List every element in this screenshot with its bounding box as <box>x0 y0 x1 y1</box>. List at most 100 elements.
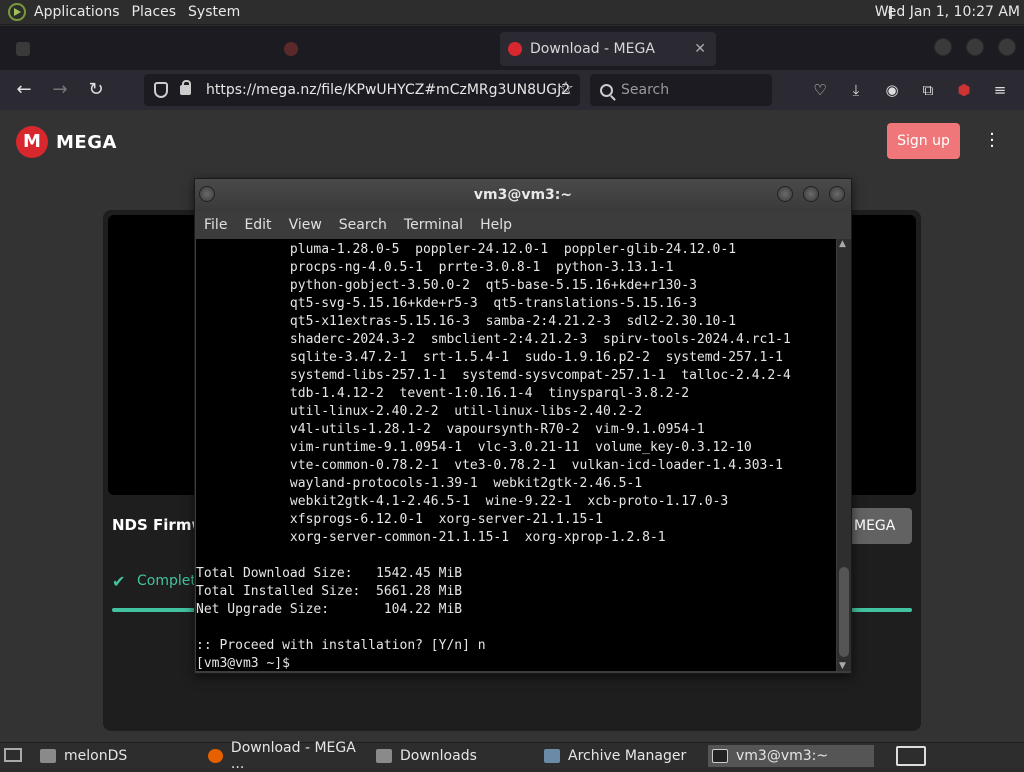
terminal-line: systemd-libs-257.1-1 systemd-sysvcompat-… <box>196 368 791 383</box>
checkmark-icon: ✔ <box>112 572 126 591</box>
terminal-line: util-linux-2.40.2-2 util-linux-libs-2.40… <box>196 404 643 419</box>
scrollbar-thumb[interactable] <box>839 567 849 657</box>
window-menu-button[interactable] <box>199 186 215 202</box>
workspace-switcher-icon[interactable] <box>896 746 926 766</box>
clock[interactable]: Wed Jan 1, 10:27 AM <box>875 4 1020 20</box>
menu-help[interactable]: Help <box>471 217 520 233</box>
firefox-icon <box>208 749 223 763</box>
show-desktop-icon[interactable] <box>4 748 22 762</box>
forward-icon[interactable]: → <box>48 78 72 102</box>
terminal-titlebar[interactable]: vm3@vm3:~ <box>195 179 851 211</box>
terminal-window: vm3@vm3:~ File Edit View Search Terminal… <box>194 178 852 674</box>
search-placeholder: Search <box>621 82 670 98</box>
terminal-line: Net Upgrade Size: 104.22 MiB <box>196 602 463 617</box>
close-button[interactable] <box>829 186 845 202</box>
terminal-output[interactable]: pluma-1.28.0-5 poppler-24.12.0-1 poppler… <box>196 239 836 671</box>
trash-icon <box>16 42 30 56</box>
terminal-line: shaderc-2024.3-2 smbclient-2:4.21.2-3 sp… <box>196 332 791 347</box>
reload-icon[interactable]: ↻ <box>84 78 108 102</box>
search-input[interactable]: Search <box>590 74 772 106</box>
task-label: Downloads <box>400 748 477 764</box>
mega-logo-text: MEGA <box>56 131 117 153</box>
menu-file[interactable]: File <box>195 217 235 233</box>
tab-2[interactable] <box>276 32 490 66</box>
menu-search[interactable]: Search <box>330 217 395 233</box>
menu-places[interactable]: Places <box>126 4 183 20</box>
more-options-icon[interactable]: · · · <box>986 126 998 156</box>
extensions-icon[interactable]: ⧉ <box>918 80 938 100</box>
task-label: vm3@vm3:~ <box>736 748 829 764</box>
url-bar[interactable]: https://mega.nz/file/KPwUHYCZ#mCzMRg3UN8… <box>144 74 580 106</box>
task-firefox[interactable]: Download - MEGA ... <box>204 740 364 772</box>
terminal-line: webkit2gtk-4.1-2.46.5-1 wine-9.22-1 xcb-… <box>196 494 729 509</box>
pocket-icon[interactable]: ♡ <box>810 80 830 100</box>
close-icon[interactable]: ✕ <box>694 41 706 57</box>
lock-icon[interactable] <box>180 80 191 95</box>
terminal-line: [vm3@vm3 ~]$ <box>196 656 298 671</box>
search-icon <box>600 83 613 97</box>
download-mega-button[interactable]: MEGA <box>846 508 912 544</box>
download-icon[interactable]: ⤓ <box>846 80 866 100</box>
terminal-line: Total Download Size: 1542.45 MiB <box>196 566 463 581</box>
back-icon[interactable]: ← <box>12 78 36 102</box>
terminal-line: :: Proceed with installation? [Y/n] n <box>196 638 486 653</box>
folder-icon <box>40 749 56 763</box>
task-label: melonDS <box>64 748 128 764</box>
task-downloads[interactable]: Downloads <box>372 745 532 767</box>
bottom-taskbar: melonDS Download - MEGA ... Downloads Ar… <box>0 740 1024 772</box>
maximize-button[interactable] <box>803 186 819 202</box>
terminal-line: wayland-protocols-1.39-1 webkit2gtk-2.46… <box>196 476 643 491</box>
terminal-line: vte-common-0.78.2-1 vte3-0.78.2-1 vulkan… <box>196 458 783 473</box>
menu-icon[interactable]: ≡ <box>990 80 1010 100</box>
terminal-line: sqlite-3.47.2-1 srt-1.5.4-1 sudo-1.9.16.… <box>196 350 783 365</box>
menu-edit[interactable]: Edit <box>235 217 279 233</box>
top-panel: Applications Places System Wed Jan 1, 10… <box>0 0 1024 25</box>
terminal-scrollbar[interactable]: ▲ ▼ <box>837 239 851 671</box>
terminal-line: xfsprogs-6.12.0-1 xorg-server-21.1.15-1 <box>196 512 603 527</box>
bookmark-star-icon[interactable]: ☆ <box>558 78 574 99</box>
terminal-line: xorg-server-common-21.1.15-1 xorg-xprop-… <box>196 530 666 545</box>
minimize-button[interactable] <box>777 186 793 202</box>
terminal-line: qt5-x11extras-5.15.16-3 samba-2:4.21.2-3… <box>196 314 737 329</box>
top-menu: Applications Places System <box>0 0 246 25</box>
close-window-button[interactable] <box>998 38 1016 56</box>
url-text[interactable]: https://mega.nz/file/KPwUHYCZ#mCzMRg3UN8… <box>206 82 570 98</box>
task-archive-manager[interactable]: Archive Manager <box>540 745 700 767</box>
task-label: Archive Manager <box>568 748 687 764</box>
folder-icon <box>376 749 392 763</box>
account-icon[interactable]: ◉ <box>882 80 902 100</box>
menu-view[interactable]: View <box>280 217 330 233</box>
scroll-down-icon[interactable]: ▼ <box>839 661 846 671</box>
menu-applications[interactable]: Applications <box>28 4 126 20</box>
tab-label: Download - MEGA <box>530 41 655 57</box>
task-melonds[interactable]: melonDS <box>36 745 196 767</box>
shield-icon[interactable] <box>154 82 168 98</box>
terminal-menubar: File Edit View Search Terminal Help <box>195 212 851 238</box>
tab-1[interactable] <box>8 32 258 66</box>
terminal-line: v4l-utils-1.28.1-2 vapoursynth-R70-2 vim… <box>196 422 705 437</box>
terminal-icon <box>712 749 728 763</box>
menu-terminal[interactable]: Terminal <box>395 217 471 233</box>
terminal-line: vim-runtime-9.1.0954-1 vlc-3.0.21-11 vol… <box>196 440 752 455</box>
task-label: Download - MEGA ... <box>230 740 356 772</box>
tab-mega[interactable]: Download - MEGA ✕ <box>500 32 716 66</box>
scroll-up-icon[interactable]: ▲ <box>839 239 846 249</box>
menu-system[interactable]: System <box>182 4 246 20</box>
circle-icon <box>284 42 298 56</box>
mega-logo[interactable]: M MEGA <box>16 126 117 158</box>
browser-tab-bar: Download - MEGA ✕ <box>0 26 1024 70</box>
maximize-button[interactable] <box>966 38 984 56</box>
task-terminal[interactable]: vm3@vm3:~ <box>708 745 874 767</box>
terminal-line: python-gobject-3.50.0-2 qt5-base-5.15.16… <box>196 278 697 293</box>
terminal-title: vm3@vm3:~ <box>473 187 573 203</box>
applications-icon[interactable] <box>8 3 26 21</box>
ublock-icon[interactable]: ⬢ <box>954 80 974 100</box>
mega-icon <box>508 42 522 56</box>
terminal-line: Total Installed Size: 5661.28 MiB <box>196 584 463 599</box>
archive-icon <box>544 749 560 763</box>
terminal-line: pluma-1.28.0-5 poppler-24.12.0-1 poppler… <box>196 242 737 257</box>
file-name: NDS Firmw <box>112 516 206 534</box>
terminal-line: tdb-1.4.12-2 tevent-1:0.16.1-4 tinysparq… <box>196 386 690 401</box>
signup-button[interactable]: Sign up <box>887 123 960 159</box>
minimize-button[interactable] <box>934 38 952 56</box>
